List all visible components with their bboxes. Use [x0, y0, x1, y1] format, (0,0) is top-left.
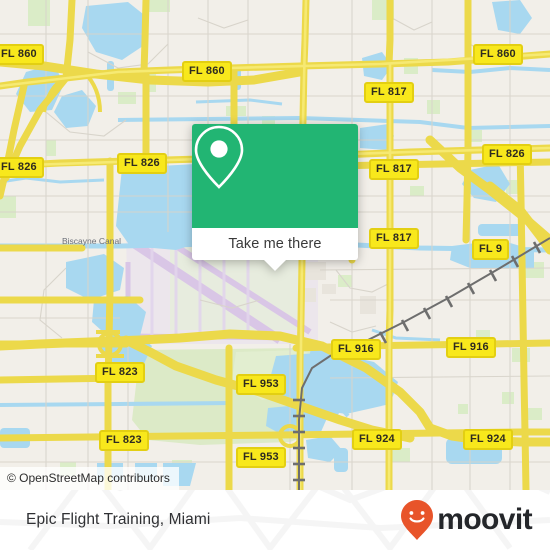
footer-bar: Epic Flight Training, Miami moovit [0, 490, 550, 550]
road-shield[interactable]: FL 860 [182, 61, 232, 82]
road-shield[interactable]: FL 817 [369, 228, 419, 249]
road-shield[interactable]: FL 817 [369, 159, 419, 180]
road-shield[interactable]: FL 953 [236, 447, 286, 468]
road-shield[interactable]: FL 924 [463, 429, 513, 450]
road-shield[interactable]: FL 9 [472, 239, 510, 260]
place-title: Epic Flight Training, Miami [26, 511, 211, 528]
water-label-biscayne-canal: Biscayne Canal [62, 236, 122, 246]
moovit-wordmark: moovit [437, 503, 532, 536]
road-shield[interactable]: FL 826 [117, 153, 167, 174]
popup-card-header [192, 124, 358, 228]
take-me-there-label: Take me there [228, 236, 322, 252]
road-shield[interactable]: FL 924 [352, 429, 402, 450]
road-shield[interactable]: FL 823 [95, 362, 145, 383]
road-shield[interactable]: FL 916 [331, 339, 381, 360]
map-canvas[interactable]: Biscayne Canal FL 860 FL 860 FL 860 FL 8… [0, 0, 550, 490]
moovit-pin-smiley-icon [401, 500, 434, 540]
moovit-logo[interactable]: moovit [400, 490, 533, 550]
popup-card-action[interactable]: Take me there [192, 228, 358, 271]
map-pin-icon [194, 125, 244, 189]
road-shield[interactable]: FL 817 [364, 82, 414, 103]
screenshot-root: Biscayne Canal FL 860 FL 860 FL 860 FL 8… [0, 0, 550, 550]
popup-pointer-tail [264, 260, 286, 271]
road-shield[interactable]: FL 823 [99, 430, 149, 451]
road-shield[interactable]: FL 826 [482, 144, 532, 165]
osm-attribution[interactable]: © OpenStreetMap contributors [0, 467, 179, 490]
road-shield[interactable]: FL 916 [446, 337, 496, 358]
destination-popup-card[interactable]: Take me there [192, 124, 358, 271]
road-shield[interactable]: FL 860 [473, 44, 523, 65]
road-shield[interactable]: FL 826 [0, 157, 44, 178]
road-shield[interactable]: FL 953 [236, 374, 286, 395]
road-shield[interactable]: FL 860 [0, 44, 44, 65]
